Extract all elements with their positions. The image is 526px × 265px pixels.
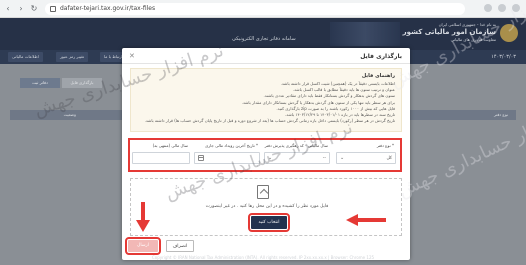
tab-books[interactable]: دفاتر ثبت	[20, 78, 60, 88]
submit-button[interactable]: ارسال	[125, 237, 161, 255]
address-bar[interactable]: dafater-tejari.tax.gov.ir/tax-files	[45, 2, 465, 15]
upload-file-icon	[257, 185, 269, 199]
col-header-book-type: نوع دفتر	[494, 112, 508, 117]
chevron-down-icon: ⌄	[340, 155, 345, 161]
nav-button-tax-info[interactable]: اطلاعات مالیاتی	[8, 52, 43, 62]
tax-year-value: --	[322, 156, 326, 161]
forward-icon[interactable]: ›	[16, 4, 26, 14]
cancel-button[interactable]: انصراف	[166, 240, 194, 252]
drop-zone-text: فایل مورد نظر را کشیده و در این محل رها …	[205, 204, 329, 209]
notice-line: تاریخ گردش در هر سطر (رکورد) بایستی داخل…	[144, 118, 395, 124]
back-icon[interactable]: ‹	[3, 4, 13, 14]
book-type-value: کل	[386, 156, 392, 161]
browser-toolbar: ‹ › ↻ dafater-tejari.tax.gov.ir/tax-file…	[0, 0, 526, 18]
current-date: ۱۴۰۳/۰۳/۰۳	[491, 54, 516, 60]
modal-title: بارگذاری فایل	[360, 53, 402, 60]
book-type-label: نوع دفتر *	[376, 143, 394, 148]
close-icon[interactable]: ✕	[129, 52, 135, 60]
nav-button-change-password[interactable]: تغییر رمز عبور	[56, 52, 89, 62]
system-title: سامانه دفاتر تجاری الکترونیکی	[232, 36, 296, 42]
lock-icon	[50, 5, 56, 12]
choose-file-button[interactable]: انتخاب کنید	[248, 213, 290, 232]
fiscal-year-input[interactable]	[132, 152, 190, 164]
annotation-arrow-down-icon	[136, 202, 150, 232]
header-banner-art	[330, 22, 400, 46]
extension-icon[interactable]	[484, 4, 492, 12]
col-header-status: وضعیت	[63, 112, 76, 117]
url-text: dafater-tejari.tax.gov.ir/tax-files	[60, 5, 156, 12]
book-type-select[interactable]: ⌄ کل	[336, 152, 396, 164]
footer-copyright: Copyright © IRAN National Tax Administra…	[151, 255, 375, 260]
last-entry-date-label: تاریخ آخرین رویداد مالی جاری *	[205, 143, 258, 148]
calendar-icon[interactable]	[198, 155, 204, 161]
reload-icon[interactable]: ↻	[29, 4, 39, 14]
annotation-arrow-left-icon	[346, 214, 386, 226]
fiscal-year-label: سال مالی (منتهی به)	[152, 143, 188, 148]
